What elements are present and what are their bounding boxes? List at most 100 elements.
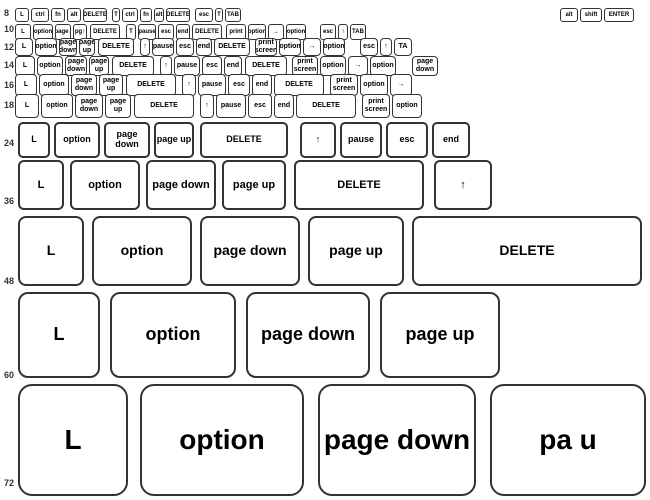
key-row8-6[interactable]: ctrl xyxy=(122,8,138,22)
key-row36-3[interactable]: page up xyxy=(222,160,286,210)
key-row36-4[interactable]: DELETE xyxy=(294,160,424,210)
key-row16-5[interactable]: ↑ xyxy=(182,74,196,96)
key-row12-8[interactable]: end xyxy=(196,38,212,56)
key-row8-8[interactable]: alt xyxy=(154,8,164,22)
key-row36-1[interactable]: option xyxy=(70,160,140,210)
key-row18-5[interactable]: ↑ xyxy=(200,94,214,118)
key-row8-15[interactable]: ENTER xyxy=(604,8,634,22)
key-row16-6[interactable]: pause xyxy=(198,74,226,96)
key-row14-7[interactable]: esc xyxy=(202,56,222,76)
key-row8-10[interactable]: esc xyxy=(195,8,213,22)
key-row18-2[interactable]: page down xyxy=(75,94,103,118)
key-row14-10[interactable]: print screen xyxy=(292,56,318,76)
key-row8-7[interactable]: fn xyxy=(140,8,152,22)
key-row14-12[interactable]: → xyxy=(348,56,368,76)
key-row14-14[interactable]: page down xyxy=(412,56,438,76)
key-row36-5[interactable]: ↑ xyxy=(434,160,492,210)
key-row72-0[interactable]: L xyxy=(18,384,128,496)
key-row12-2[interactable]: page down xyxy=(59,38,77,56)
key-row48-2[interactable]: page down xyxy=(200,216,300,286)
key-row8-14[interactable]: shift xyxy=(580,8,602,22)
key-row8-1[interactable]: ctrl xyxy=(31,8,49,22)
key-row8-13[interactable]: alt xyxy=(560,8,578,22)
key-row8-9[interactable]: DELETE xyxy=(166,8,190,22)
key-row12-12[interactable]: → xyxy=(303,38,321,56)
key-row24-2[interactable]: page down xyxy=(104,122,150,158)
key-row18-7[interactable]: esc xyxy=(248,94,272,118)
key-row8-3[interactable]: alt xyxy=(67,8,81,22)
key-row8-12[interactable]: TAB xyxy=(225,8,241,22)
key-row60-3[interactable]: page up xyxy=(380,292,500,378)
key-row16-7[interactable]: esc xyxy=(228,74,250,96)
key-row48-0[interactable]: L xyxy=(18,216,84,286)
key-row18-9[interactable]: DELETE xyxy=(296,94,356,118)
key-row12-9[interactable]: DELETE xyxy=(214,38,250,56)
key-row16-2[interactable]: page down xyxy=(71,74,97,96)
key-row12-3[interactable]: page up xyxy=(79,38,95,56)
key-row48-4[interactable]: DELETE xyxy=(412,216,642,286)
key-row72-2[interactable]: page down xyxy=(318,384,476,496)
key-row12-16[interactable]: TA xyxy=(394,38,412,56)
key-row16-1[interactable]: option xyxy=(39,74,69,96)
key-row18-6[interactable]: pause xyxy=(216,94,246,118)
key-row60-2[interactable]: page down xyxy=(246,292,370,378)
key-row24-5[interactable]: ↑ xyxy=(300,122,336,158)
key-row12-15[interactable]: ↑ xyxy=(380,38,392,56)
key-row12-1[interactable]: option xyxy=(35,38,57,56)
key-row24-7[interactable]: esc xyxy=(386,122,428,158)
key-row36-2[interactable]: page down xyxy=(146,160,216,210)
key-row14-0[interactable]: L xyxy=(15,56,35,76)
key-row36-0[interactable]: L xyxy=(18,160,64,210)
key-row12-7[interactable]: esc xyxy=(176,38,194,56)
key-row18-0[interactable]: L xyxy=(15,94,39,118)
key-row60-1[interactable]: option xyxy=(110,292,236,378)
key-row16-4[interactable]: DELETE xyxy=(126,74,176,96)
key-row16-8[interactable]: end xyxy=(252,74,272,96)
key-row60-0[interactable]: L xyxy=(18,292,100,378)
key-row24-0[interactable]: L xyxy=(18,122,50,158)
key-row14-13[interactable]: option xyxy=(370,56,396,76)
key-row16-10[interactable]: print screen xyxy=(330,74,358,96)
key-row18-10[interactable]: print screen xyxy=(362,94,390,118)
key-row18-1[interactable]: option xyxy=(41,94,73,118)
key-row24-1[interactable]: option xyxy=(54,122,100,158)
key-row12-14[interactable]: esc xyxy=(360,38,378,56)
key-row14-3[interactable]: page up xyxy=(89,56,109,76)
key-row18-8[interactable]: end xyxy=(274,94,294,118)
key-row8-11[interactable]: T xyxy=(215,8,223,22)
key-row12-4[interactable]: DELETE xyxy=(98,38,134,56)
key-row12-5[interactable]: ↑ xyxy=(140,38,150,56)
key-row72-1[interactable]: option xyxy=(140,384,304,496)
key-row24-3[interactable]: page up xyxy=(154,122,194,158)
key-row12-13[interactable]: option xyxy=(323,38,345,56)
key-row14-9[interactable]: DELETE xyxy=(245,56,287,76)
key-row14-11[interactable]: option xyxy=(320,56,346,76)
key-row16-12[interactable]: → xyxy=(390,74,412,96)
key-row8-4[interactable]: DELETE xyxy=(83,8,107,22)
key-row12-6[interactable]: pause xyxy=(152,38,174,56)
key-row18-11[interactable]: option xyxy=(392,94,422,118)
key-row12-0[interactable]: L xyxy=(15,38,33,56)
key-row14-4[interactable]: DELETE xyxy=(112,56,154,76)
key-row16-3[interactable]: page up xyxy=(99,74,123,96)
key-row72-3[interactable]: pa u xyxy=(490,384,646,496)
key-row12-10[interactable]: print screen xyxy=(255,38,277,56)
key-row24-8[interactable]: end xyxy=(432,122,470,158)
key-row14-5[interactable]: ↑ xyxy=(160,56,172,76)
key-row14-6[interactable]: pause xyxy=(174,56,200,76)
key-row24-4[interactable]: DELETE xyxy=(200,122,288,158)
key-row14-2[interactable]: page down xyxy=(65,56,87,76)
key-row18-4[interactable]: DELETE xyxy=(134,94,194,118)
key-row14-8[interactable]: end xyxy=(224,56,242,76)
key-row8-0[interactable]: L xyxy=(15,8,29,22)
key-row18-3[interactable]: page up xyxy=(105,94,131,118)
key-row8-2[interactable]: fn xyxy=(51,8,65,22)
key-row24-6[interactable]: pause xyxy=(340,122,382,158)
key-row16-11[interactable]: option xyxy=(360,74,388,96)
key-row48-3[interactable]: page up xyxy=(308,216,404,286)
key-row12-11[interactable]: option xyxy=(279,38,301,56)
key-row48-1[interactable]: option xyxy=(92,216,192,286)
key-row8-5[interactable]: T xyxy=(112,8,120,22)
key-row16-0[interactable]: L xyxy=(15,74,37,96)
key-row14-1[interactable]: option xyxy=(37,56,63,76)
